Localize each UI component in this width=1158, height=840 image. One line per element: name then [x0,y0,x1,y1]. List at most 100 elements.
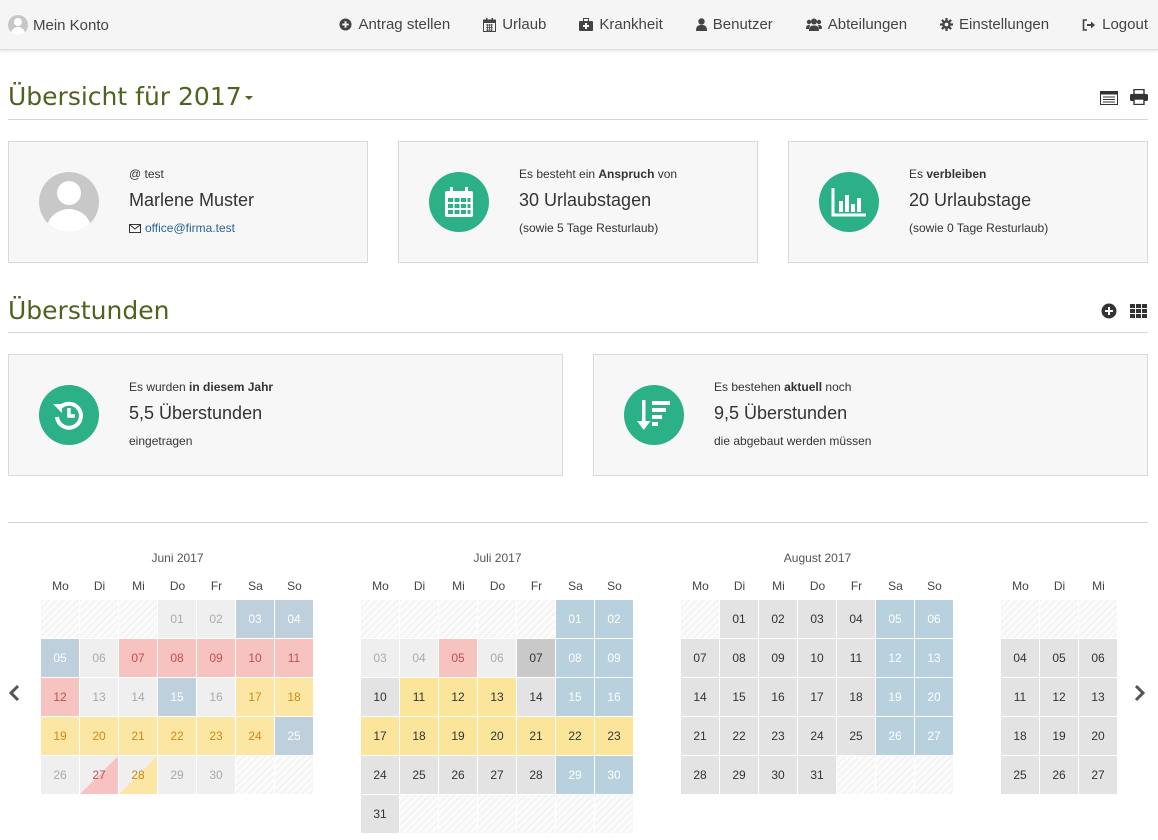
calendar-day[interactable]: 30 [197,756,235,794]
calendar-day[interactable]: 04 [275,600,313,638]
calendar-day[interactable]: 18 [275,678,313,716]
calendar-day[interactable]: 21 [517,717,555,755]
calendar-day[interactable]: 01 [720,600,758,638]
calendar-day[interactable]: 30 [759,756,797,794]
calendar-day[interactable]: 06 [478,639,516,677]
nav-abteilungen[interactable]: Abteilungen [805,16,907,33]
calendar-day[interactable]: 20 [80,717,118,755]
user-email-link[interactable]: office@firma.test [145,221,235,235]
account-menu[interactable]: Mein Konto [8,15,109,35]
calendar-day[interactable]: 23 [197,717,235,755]
calendar-day[interactable]: 13 [1079,678,1117,716]
calendar-day[interactable]: 05 [41,639,79,677]
calendar-day[interactable]: 17 [361,717,399,755]
calendar-day[interactable]: 16 [595,678,633,716]
calendar-day[interactable]: 27 [1079,756,1117,794]
calendar-day[interactable]: 15 [158,678,196,716]
nav-einstellungen[interactable]: Einstellungen [940,16,1049,33]
calendar-day[interactable]: 10 [361,678,399,716]
calendar-day[interactable]: 19 [1040,717,1078,755]
calendar-day[interactable]: 28 [517,756,555,794]
calendar-day[interactable]: 27 [478,756,516,794]
calendar-day[interactable]: 13 [915,639,953,677]
calendar-day[interactable]: 26 [41,756,79,794]
calendar-day[interactable]: 29 [556,756,594,794]
calendar-day[interactable]: 13 [478,678,516,716]
calendar-day[interactable]: 26 [439,756,477,794]
calendar-day[interactable]: 02 [759,600,797,638]
calendar-day[interactable]: 02 [197,600,235,638]
calendar-day[interactable]: 11 [1001,678,1039,716]
calendar-day[interactable]: 06 [80,639,118,677]
calendar-day[interactable]: 31 [798,756,836,794]
next-month-button[interactable] [1134,684,1146,707]
calendar-day[interactable]: 07 [119,639,157,677]
grid-view-icon[interactable] [1130,304,1147,323]
calendar-day[interactable]: 14 [119,678,157,716]
calendar-day[interactable]: 26 [876,717,914,755]
calendar-day[interactable]: 21 [119,717,157,755]
calendar-day[interactable]: 23 [759,717,797,755]
calendar-day[interactable]: 05 [1040,639,1078,677]
nav-antrag-stellen[interactable]: Antrag stellen [339,16,450,33]
calendar-day[interactable]: 28 [681,756,719,794]
calendar-day[interactable]: 04 [837,600,875,638]
calendar-day[interactable]: 09 [759,639,797,677]
calendar-day[interactable]: 20 [1079,717,1117,755]
calendar-day[interactable]: 14 [681,678,719,716]
calendar-day[interactable]: 10 [236,639,274,677]
calendar-day[interactable]: 29 [720,756,758,794]
calendar-day[interactable]: 31 [361,795,399,833]
calendar-day[interactable]: 27 [915,717,953,755]
calendar-day[interactable]: 20 [915,678,953,716]
calendar-day[interactable]: 14 [517,678,555,716]
calendar-day[interactable]: 11 [837,639,875,677]
calendar-day[interactable]: 11 [275,639,313,677]
calendar-day[interactable]: 08 [556,639,594,677]
calendar-day[interactable]: 12 [1040,678,1078,716]
calendar-day[interactable]: 19 [876,678,914,716]
calendar-day[interactable]: 20 [478,717,516,755]
calendar-day[interactable]: 09 [197,639,235,677]
calendar-day[interactable]: 21 [681,717,719,755]
calendar-day[interactable]: 25 [400,756,438,794]
calendar-day[interactable]: 24 [236,717,274,755]
calendar-day[interactable]: 16 [197,678,235,716]
calendar-day[interactable]: 15 [556,678,594,716]
calendar-day[interactable]: 18 [837,678,875,716]
calendar-day[interactable]: 06 [1079,639,1117,677]
calendar-day[interactable]: 11 [400,678,438,716]
calendar-day[interactable]: 12 [876,639,914,677]
calendar-day[interactable]: 08 [158,639,196,677]
calendar-day[interactable]: 13 [80,678,118,716]
calendar-day[interactable]: 15 [720,678,758,716]
calendar-day[interactable]: 01 [158,600,196,638]
nav-benutzer[interactable]: Benutzer [695,16,773,33]
calendar-day[interactable]: 03 [798,600,836,638]
calendar-day[interactable]: 18 [1001,717,1039,755]
calendar-day[interactable]: 18 [400,717,438,755]
calendar-day[interactable]: 12 [439,678,477,716]
calendar-day[interactable]: 22 [158,717,196,755]
calendar-day[interactable]: 28 [119,756,157,794]
nav-logout[interactable]: Logout [1082,16,1148,33]
calendar-day[interactable]: 29 [158,756,196,794]
calendar-day[interactable]: 02 [595,600,633,638]
calendar-day[interactable]: 06 [915,600,953,638]
calendar-day[interactable]: 04 [400,639,438,677]
calendar-day[interactable]: 05 [439,639,477,677]
nav-krankheit[interactable]: Krankheit [579,16,663,33]
calendar-day[interactable]: 04 [1001,639,1039,677]
calendar-day[interactable]: 01 [556,600,594,638]
calendar-day[interactable]: 05 [876,600,914,638]
prev-month-button[interactable] [8,684,20,707]
calendar-day[interactable]: 17 [236,678,274,716]
calendar-day[interactable]: 09 [595,639,633,677]
nav-urlaub[interactable]: Urlaub [483,16,546,33]
calendar-day[interactable]: 07 [681,639,719,677]
calendar-day[interactable]: 10 [798,639,836,677]
calendar-day[interactable]: 25 [1001,756,1039,794]
calendar-day[interactable]: 17 [798,678,836,716]
overview-title[interactable]: Übersicht für 2017 [8,82,253,111]
print-icon[interactable] [1130,88,1148,110]
